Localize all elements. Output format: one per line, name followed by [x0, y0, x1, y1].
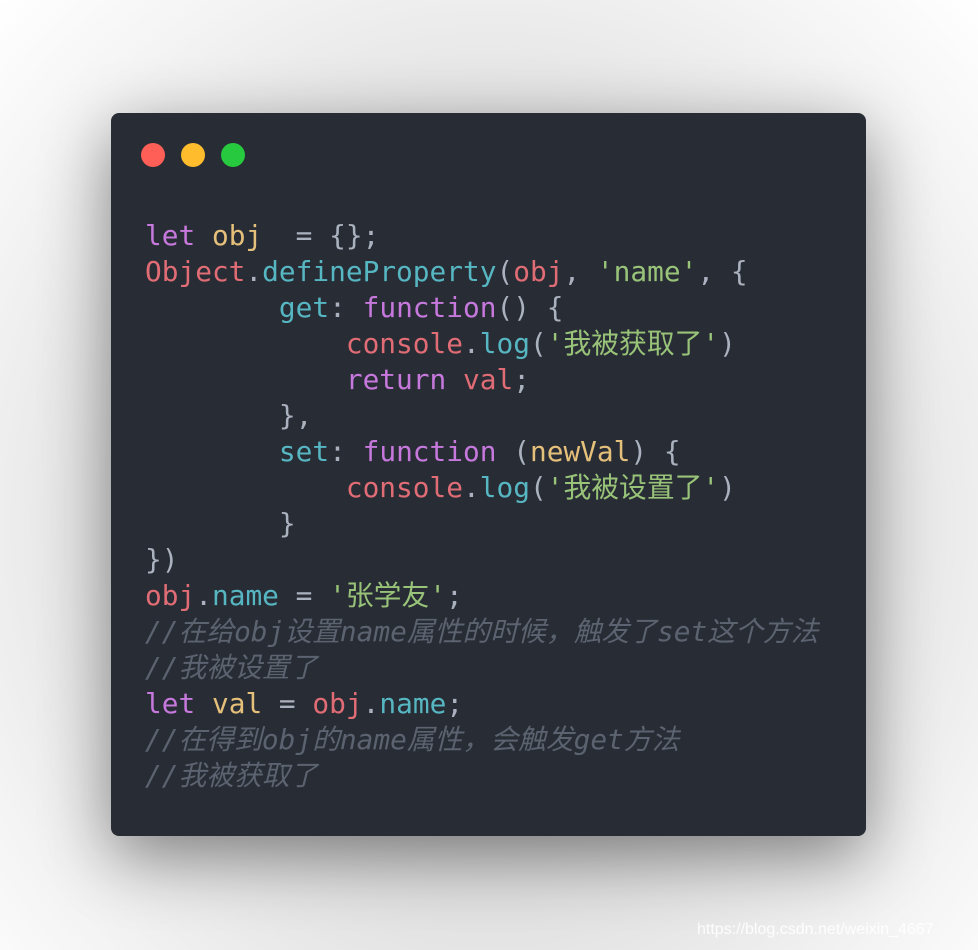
code-token: (	[496, 255, 514, 288]
code-token: .	[462, 471, 480, 504]
code-token: name	[379, 687, 447, 720]
code-token: ;	[446, 579, 463, 612]
code-line: console.log('我被获取了')	[145, 326, 818, 362]
code-token: console	[345, 327, 463, 360]
code-token: (	[496, 435, 530, 468]
code-token: }	[145, 507, 296, 540]
code-token: obj	[513, 255, 564, 288]
code-token: val	[211, 687, 263, 720]
code-token: set	[278, 435, 330, 468]
code-token: '我被获取了'	[546, 327, 720, 360]
code-line: let val = obj.name;	[145, 686, 818, 722]
code-block: let obj = {}; Object.defineProperty(obj, …	[145, 218, 818, 794]
code-line: get: function() {	[145, 290, 818, 326]
code-token: .	[245, 255, 263, 288]
code-token: val	[463, 363, 514, 396]
code-token: return	[345, 363, 447, 396]
code-line: console.log('我被设置了')	[145, 470, 818, 506]
code-line: //我被获取了	[145, 758, 818, 794]
code-line: obj.name = '张学友';	[145, 578, 818, 614]
code-token: console	[345, 471, 463, 504]
code-token: obj	[211, 219, 263, 252]
code-token: //在得到obj的name属性，会触发get方法	[145, 723, 680, 756]
code-token: (	[529, 471, 547, 504]
code-token: =	[262, 687, 313, 720]
close-dot-icon	[141, 143, 165, 167]
code-line: return val;	[145, 362, 818, 398]
code-token: .	[362, 687, 380, 720]
code-line: }	[145, 506, 818, 542]
code-token: )	[719, 471, 736, 504]
code-line: //我被设置了	[145, 650, 818, 686]
code-token: '张学友'	[329, 579, 447, 612]
code-token: //我被设置了	[145, 651, 318, 684]
code-token: ) {	[630, 435, 681, 468]
code-line: Object.defineProperty(obj, 'name', {	[145, 254, 818, 290]
code-token: //我被获取了	[145, 759, 318, 792]
code-token: let	[145, 687, 196, 720]
code-token: get	[278, 291, 330, 324]
code-line: //在给obj设置name属性的时候，触发了set这个方法	[145, 614, 818, 650]
code-token: //在给obj设置name属性的时候，触发了set这个方法	[145, 615, 819, 648]
code-line: let obj = {};	[145, 218, 818, 254]
code-token: let	[145, 219, 196, 252]
code-line: //在得到obj的name属性，会触发get方法	[145, 722, 818, 758]
code-token: function	[362, 291, 497, 324]
code-token: Object	[145, 255, 246, 288]
code-token: (	[529, 327, 547, 360]
code-window: let obj = {}; Object.defineProperty(obj, …	[111, 113, 866, 836]
code-token: newVal	[529, 435, 631, 468]
code-token: '我被设置了'	[546, 471, 720, 504]
code-token: function	[362, 435, 497, 468]
watermark: https://blog.csdn.net/weixin_4667	[697, 921, 934, 938]
code-token: () {	[496, 291, 564, 324]
maximize-dot-icon	[221, 143, 245, 167]
code-token: ;	[513, 363, 530, 396]
code-token: defineProperty	[262, 255, 497, 288]
code-token: )	[719, 327, 736, 360]
code-token: 'name'	[596, 255, 698, 288]
code-token: log	[479, 471, 530, 504]
code-token: .	[462, 327, 480, 360]
code-token: log	[479, 327, 530, 360]
code-token: obj	[145, 579, 196, 612]
minimize-dot-icon	[181, 143, 205, 167]
code-token: :	[329, 291, 363, 324]
code-token: })	[145, 543, 179, 576]
code-token: ;	[446, 687, 464, 720]
code-token: = {};	[262, 219, 380, 252]
code-token: },	[145, 399, 313, 432]
code-token: ,	[563, 255, 597, 288]
code-line: })	[145, 542, 818, 578]
code-token: .	[195, 579, 212, 612]
code-line: },	[145, 398, 818, 434]
code-token: :	[329, 435, 363, 468]
code-token: name	[211, 579, 279, 612]
code-token: , {	[697, 255, 748, 288]
code-token: obj	[312, 687, 363, 720]
code-line: set: function (newVal) {	[145, 434, 818, 470]
code-token: =	[278, 579, 330, 612]
